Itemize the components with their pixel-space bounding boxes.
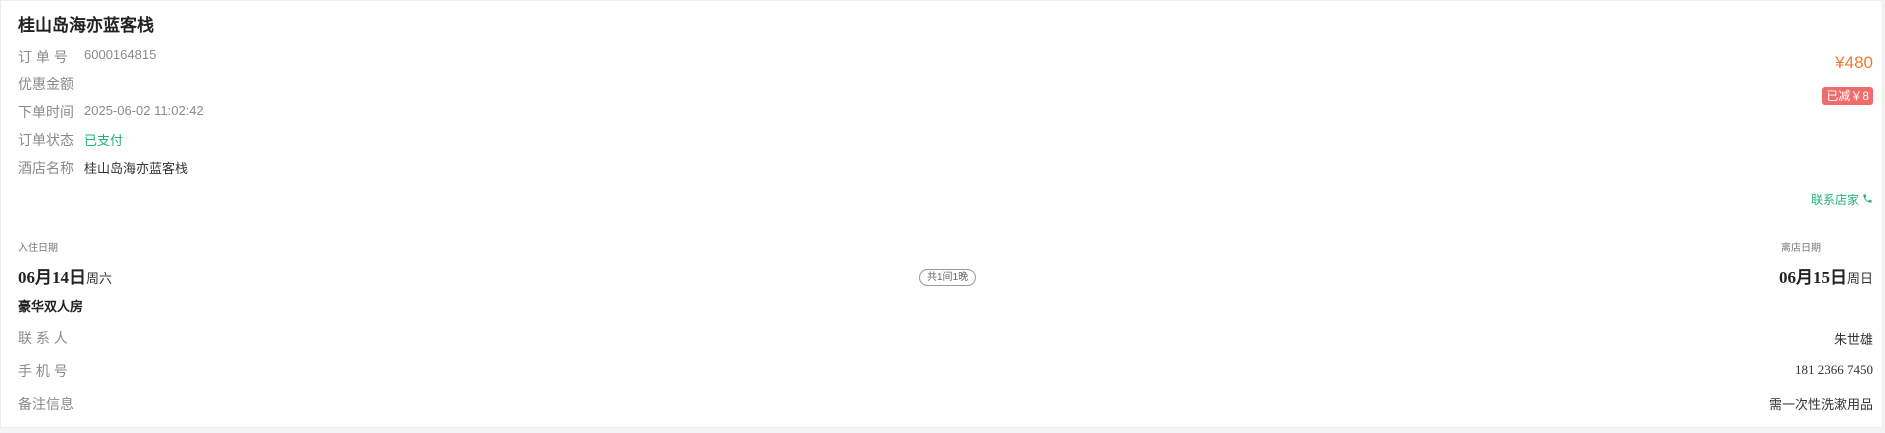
discount-badge: 已减￥8 [1822, 87, 1873, 105]
discount-label: 优惠金额 [18, 76, 74, 92]
order-detail-card: 桂山岛海亦蓝客栈 订 单 号 6000164815 ¥480 优惠金额 已减￥8… [0, 0, 1883, 428]
room-type: 豪华双人房 [18, 299, 84, 314]
order-status-value: 已支付 [84, 133, 124, 148]
order-number-label: 订 单 号 [18, 49, 68, 65]
phone-label: 手 机 号 [18, 363, 68, 379]
hotel-name-value: 桂山岛海亦蓝客栈 [84, 161, 189, 176]
checkin-label: 入住日期 [18, 243, 58, 254]
phone-value: 181 2366 7450 [1795, 362, 1873, 377]
contact-merchant-label: 联系店家 [1810, 193, 1859, 207]
remark-value: 需一次性洗漱用品 [1768, 397, 1873, 412]
nights-badge: 共1间1晚 [919, 269, 977, 286]
hotel-name-label: 酒店名称 [18, 160, 74, 176]
order-number-value: 6000164815 [84, 47, 157, 62]
remark-label: 备注信息 [18, 396, 74, 412]
phone-icon [1862, 193, 1873, 207]
page-title: 桂山岛海亦蓝客栈 [18, 16, 154, 35]
order-status-label: 订单状态 [18, 132, 74, 148]
contact-merchant-button[interactable]: 联系店家 [1811, 191, 1873, 208]
contact-person-label: 联 系 人 [18, 330, 68, 346]
checkout-date-value: 06月15日 [1778, 268, 1847, 287]
checkin-date-value: 06月14日 [18, 268, 86, 287]
order-time-value: 2025-06-02 11:02:42 [84, 103, 204, 118]
checkout-date: 06月15日周日 [1779, 263, 1873, 288]
order-price: ¥480 [1835, 53, 1873, 72]
order-time-label: 下单时间 [18, 104, 74, 120]
checkout-weekday: 周日 [1846, 271, 1873, 286]
checkout-label: 离店日期 [1781, 243, 1821, 254]
contact-person-value: 朱世雄 [1833, 332, 1873, 347]
checkin-weekday: 周六 [86, 271, 113, 286]
checkin-date: 06月14日周六 [18, 263, 112, 288]
